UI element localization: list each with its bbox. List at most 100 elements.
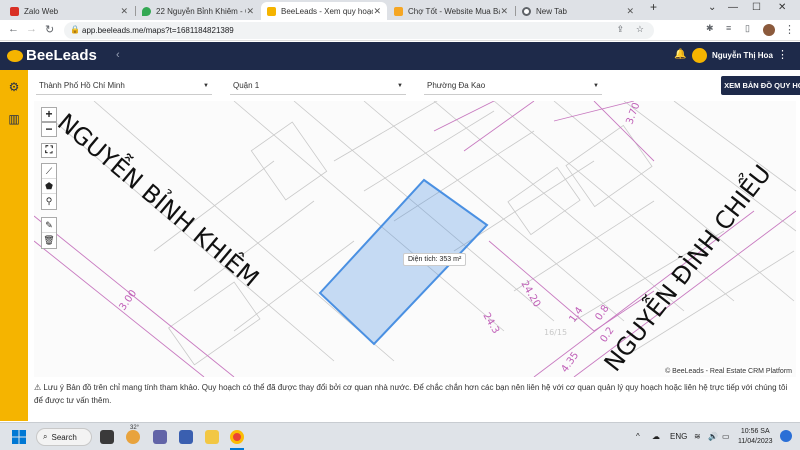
draw-toolbar: ⟋ ⬟ ⚲ (41, 163, 57, 210)
windows-start-icon[interactable] (12, 430, 26, 444)
weather-icon[interactable] (126, 430, 140, 444)
address-bar[interactable]: 🔒 app.beeleads.me/maps?t=1681184821389 ⇪… (64, 22, 654, 39)
chotot-icon (394, 6, 403, 16)
share-icon[interactable]: ⇪ (616, 24, 624, 35)
tab-new-tab[interactable]: New Tab ✕ (516, 2, 640, 20)
browser-tab-strip: Zalo Web ✕ 22 Nguyễn Bỉnh Khiêm - Goo ✕ … (0, 0, 800, 20)
tab-label: Chợ Tốt - Website Mua Bán (408, 6, 501, 16)
maximize-button[interactable]: ☐ (752, 2, 761, 13)
street-label-nguyen-binh-khiem: NGUYỄN BỈNH KHIÊM (52, 104, 267, 292)
view-planning-map-button[interactable]: XEM BẢN ĐỒ QUY HOẠCH (721, 76, 800, 95)
close-icon[interactable]: ✕ (246, 6, 254, 17)
side-panel-icon[interactable]: ▯ (745, 23, 750, 34)
draw-line-icon[interactable]: ⟋ (42, 164, 56, 179)
user-name[interactable]: Nguyễn Thị Hoa (712, 51, 773, 60)
beeleads-icon (267, 6, 276, 16)
minimize-button[interactable]: — (728, 2, 738, 13)
address-url: app.beeleads.me/maps?t=1681184821389 (82, 26, 234, 35)
reload-button[interactable]: ↻ (45, 23, 54, 36)
map-attribution[interactable]: © BeeLeads - Real Estate CRM Platform (665, 368, 792, 375)
clock-time: 10:56 SA (740, 428, 770, 435)
city-select[interactable]: Thành Phố Hồ Chí Minh ▼ (36, 77, 212, 95)
map-canvas[interactable]: NGUYỄN BỈNH KHIÊM NGUYỄN ĐÌNH CHIỂU 3.70… (34, 101, 796, 377)
extensions-icon[interactable]: ✱ (706, 23, 714, 34)
settings-gears-icon[interactable]: ⚙ (7, 80, 21, 94)
draw-polygon-icon[interactable]: ⬟ (42, 179, 56, 194)
bee-logo-icon (7, 50, 23, 62)
dimension-label: 4.35 (559, 350, 581, 375)
tab-zalo[interactable]: Zalo Web ✕ (4, 2, 134, 20)
dimension-label: 3.00 (117, 288, 139, 313)
close-icon[interactable]: ✕ (120, 6, 128, 17)
district-select-value: Quận 1 (233, 81, 260, 90)
chrome-icon (522, 6, 531, 16)
street-label-nguyen-dinh-chieu: NGUYỄN ĐÌNH CHIỂU (595, 157, 777, 377)
ward-select-value: Phường Đa Kao (427, 81, 486, 90)
user-avatar[interactable] (692, 48, 707, 63)
tab-label: 22 Nguyễn Bỉnh Khiêm - Goo (156, 6, 246, 16)
draw-marker-icon[interactable]: ⚲ (42, 194, 56, 209)
search-icon: ⌕ (43, 432, 48, 441)
zoom-in-button[interactable]: + (41, 107, 57, 122)
tab-chotot[interactable]: Chợ Tốt - Website Mua Bán ✕ (388, 2, 514, 20)
district-select[interactable]: Quận 1 ▼ (230, 77, 406, 95)
planning-map[interactable]: NGUYỄN BỈNH KHIÊM NGUYỄN ĐÌNH CHIỂU 3.70… (34, 101, 796, 377)
dimension-label: 24.3 (480, 311, 501, 336)
battery-icon[interactable]: ▭ (722, 432, 730, 441)
header-menu-icon[interactable]: ⋮ (777, 48, 788, 61)
bell-icon[interactable]: 🔔 (674, 49, 686, 60)
close-window-button[interactable]: ✕ (778, 2, 786, 13)
chevron-down-icon: ▼ (593, 82, 599, 89)
forward-button[interactable]: → (26, 23, 37, 35)
teams-icon[interactable] (153, 430, 167, 444)
fullscreen-button[interactable]: ⛶ (41, 143, 57, 158)
sidebar: ⚙ ▥ (0, 70, 28, 421)
delete-layers-icon[interactable]: 🗑 (42, 233, 56, 248)
tray-chevron-icon[interactable]: ^ (636, 432, 640, 441)
profile-avatar[interactable] (763, 24, 775, 36)
volume-icon[interactable]: 🔊 (708, 432, 718, 441)
maps-pin-icon (142, 6, 151, 16)
app-logo[interactable]: BeeLeads (26, 47, 97, 64)
collapse-sidebar-button[interactable]: ‹ (116, 49, 120, 61)
chrome-menu-icon[interactable]: ⋮ (784, 23, 795, 36)
language-indicator[interactable]: ENG (670, 432, 687, 441)
zoom-out-button[interactable]: − (41, 122, 57, 137)
tab-google-maps[interactable]: 22 Nguyễn Bỉnh Khiêm - Goo ✕ (136, 2, 260, 20)
zoom-meeting-icon[interactable] (179, 430, 193, 444)
back-button[interactable]: ← (8, 23, 19, 35)
dimension-label: 3.70 (624, 101, 642, 126)
chevron-down-icon: ▼ (397, 82, 403, 89)
reading-list-icon[interactable]: ≡ (726, 23, 731, 33)
zalo-icon (10, 6, 19, 16)
task-view-icon[interactable] (100, 430, 114, 444)
close-icon[interactable]: ✕ (373, 6, 381, 17)
new-tab-button[interactable]: + (650, 0, 657, 14)
lock-icon[interactable]: 🔒 (70, 25, 80, 34)
tab-search-icon[interactable]: ⌄ (708, 2, 716, 13)
filter-bar: Thành Phố Hồ Chí Minh ▼ Quận 1 ▼ Phường … (28, 70, 800, 100)
edit-toolbar: ✎ 🗑 (41, 217, 57, 249)
dimension-label: 0.8 (593, 303, 611, 322)
edit-layers-icon[interactable]: ✎ (42, 218, 56, 233)
cloud-icon[interactable]: ☁ (652, 432, 660, 441)
wifi-icon[interactable]: ≋ (694, 432, 701, 441)
taskbar-search-label: Search (51, 432, 77, 442)
chrome-taskbar-icon[interactable] (230, 430, 244, 444)
bar-chart-icon[interactable]: ▥ (7, 112, 21, 126)
clock-date: 11/04/2023 (738, 438, 773, 445)
ward-select[interactable]: Phường Đa Kao ▼ (424, 77, 602, 95)
close-icon[interactable]: ✕ (626, 6, 634, 17)
tab-label: BeeLeads - Xem quy hoạch (281, 6, 374, 16)
taskbar-clock[interactable]: 10:56 SA 11/04/2023 (738, 427, 773, 447)
taskbar-search[interactable]: ⌕ Search (36, 428, 92, 446)
notification-icon[interactable] (780, 430, 792, 442)
windows-taskbar: ⌕ Search 32° ^ ☁ ENG ≋ 🔊 ▭ 10:56 SA 11/0… (0, 422, 800, 450)
tab-beeleads[interactable]: BeeLeads - Xem quy hoạch ✕ (261, 2, 387, 20)
bookmark-star-icon[interactable]: ☆ (636, 24, 644, 35)
browser-toolbar: ← → ↻ 🔒 app.beeleads.me/maps?t=168118482… (0, 20, 800, 41)
file-explorer-icon[interactable] (205, 430, 219, 444)
app-header: BeeLeads ‹ 🔔 Nguyễn Thị Hoa ⋮ (0, 42, 800, 70)
city-select-value: Thành Phố Hồ Chí Minh (39, 81, 125, 90)
close-icon[interactable]: ✕ (500, 6, 508, 17)
